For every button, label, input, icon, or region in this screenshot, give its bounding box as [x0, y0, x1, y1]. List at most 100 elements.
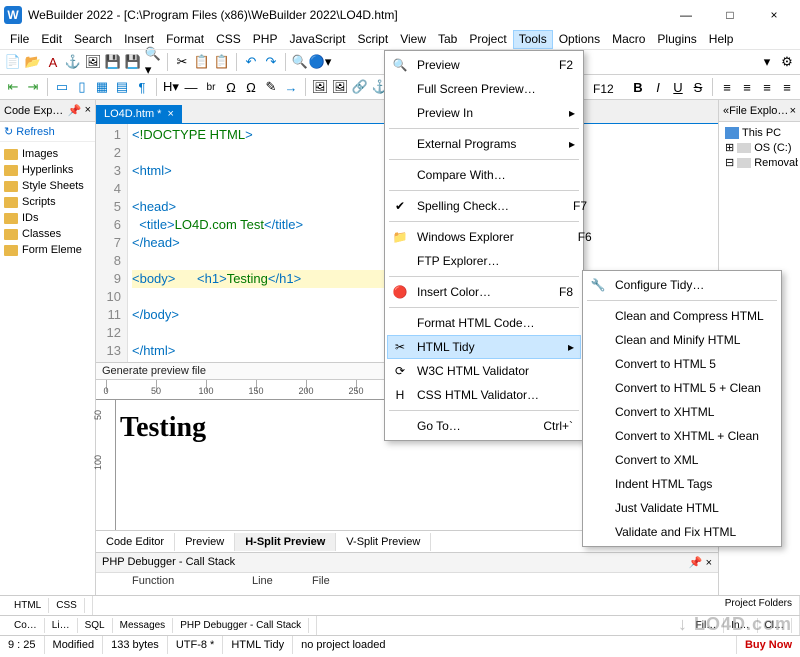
- mini-tab[interactable]: CSS: [49, 598, 85, 613]
- outdent-icon[interactable]: ⇤: [4, 78, 22, 96]
- mini-tab[interactable]: Co…: [7, 618, 45, 633]
- view-tab[interactable]: H-Split Preview: [235, 533, 336, 551]
- preview-icon[interactable]: 🔍: [291, 53, 309, 71]
- new-icon[interactable]: 📄: [4, 53, 22, 71]
- table-icon[interactable]: ▦: [93, 78, 111, 96]
- omega2-icon[interactable]: Ω: [242, 78, 260, 96]
- menu-edit[interactable]: Edit: [35, 30, 68, 49]
- menu-item[interactable]: Go To…Ctrl+`: [387, 414, 581, 438]
- menu-project[interactable]: Project: [463, 30, 512, 49]
- underline-icon[interactable]: U: [669, 78, 687, 96]
- folder-item[interactable]: Images: [2, 146, 93, 162]
- saveall-icon[interactable]: 💾: [124, 53, 142, 71]
- italic-icon[interactable]: I: [649, 78, 667, 96]
- browser-icon[interactable]: 🔵▾: [311, 53, 329, 71]
- mini-tab[interactable]: Li…: [45, 618, 78, 633]
- menu-item[interactable]: Format HTML Code…: [387, 311, 581, 335]
- cut-icon[interactable]: ✂: [173, 53, 191, 71]
- menu-item[interactable]: Just Validate HTML: [585, 496, 779, 520]
- menu-item[interactable]: Convert to HTML 5: [585, 352, 779, 376]
- undo-icon[interactable]: ↶: [242, 53, 260, 71]
- menu-item[interactable]: 📁Windows ExplorerF6: [387, 225, 581, 249]
- link-icon[interactable]: 🔗: [351, 78, 369, 96]
- menu-item[interactable]: ✂HTML Tidy▸: [387, 335, 581, 359]
- folder-item[interactable]: Form Eleme: [2, 242, 93, 258]
- refresh-button[interactable]: ↻ Refresh: [0, 122, 95, 142]
- menu-plugins[interactable]: Plugins: [651, 30, 702, 49]
- menu-search[interactable]: Search: [68, 30, 118, 49]
- search-icon[interactable]: 🔍▾: [144, 53, 162, 71]
- tree-item[interactable]: This PC: [721, 126, 798, 140]
- menu-item[interactable]: Convert to XHTML + Clean: [585, 424, 779, 448]
- menu-item[interactable]: Clean and Compress HTML: [585, 304, 779, 328]
- menu-item[interactable]: 🔍PreviewF2: [387, 53, 581, 77]
- comment-icon[interactable]: ✎: [262, 78, 280, 96]
- menu-item[interactable]: Full Screen Preview…F12: [387, 77, 581, 101]
- mini-tab[interactable]: HTML: [7, 598, 49, 613]
- menu-item[interactable]: External Programs▸: [387, 132, 581, 156]
- menu-macro[interactable]: Macro: [606, 30, 651, 49]
- tree-item[interactable]: ⊟Removable D: [721, 155, 798, 170]
- menu-item[interactable]: 🔴Insert Color…F8: [387, 280, 581, 304]
- folder-item[interactable]: Scripts: [2, 194, 93, 210]
- align-right-icon[interactable]: ≡: [758, 78, 776, 96]
- menu-tools[interactable]: Tools: [513, 30, 553, 49]
- paste-icon[interactable]: 📋: [213, 53, 231, 71]
- menu-javascript[interactable]: JavaScript: [283, 30, 351, 49]
- pin-icon[interactable]: 📌: [68, 104, 82, 117]
- debugger-pin-icon[interactable]: 📌: [689, 557, 703, 569]
- menu-file[interactable]: File: [4, 30, 35, 49]
- debugger-close-icon[interactable]: ×: [706, 557, 712, 569]
- buy-now-button[interactable]: Buy Now: [737, 636, 800, 654]
- menu-format[interactable]: Format: [160, 30, 210, 49]
- menu-item[interactable]: HCSS HTML Validator…: [387, 383, 581, 407]
- maximize-button[interactable]: □: [708, 0, 752, 30]
- folder-item[interactable]: Style Sheets: [2, 178, 93, 194]
- close-button[interactable]: ×: [752, 0, 796, 30]
- panel-close-icon[interactable]: ×: [85, 104, 91, 117]
- layout-icon[interactable]: ▤: [113, 78, 131, 96]
- bold-icon[interactable]: B: [629, 78, 647, 96]
- menu-item[interactable]: FTP Explorer…: [387, 249, 581, 273]
- strike-icon[interactable]: S: [689, 78, 707, 96]
- file-tab[interactable]: LO4D.htm * ×: [96, 105, 182, 123]
- mini-tab[interactable]: SQL: [78, 618, 113, 633]
- menu-item[interactable]: 🔧Configure Tidy…: [585, 273, 779, 297]
- omega-icon[interactable]: Ω: [222, 78, 240, 96]
- font-icon[interactable]: A: [44, 53, 62, 71]
- br-icon[interactable]: br: [202, 78, 220, 96]
- menu-item[interactable]: Convert to XHTML: [585, 400, 779, 424]
- view-tab[interactable]: V-Split Preview: [336, 533, 431, 551]
- rarrow-icon[interactable]: →: [282, 78, 300, 96]
- menu-item[interactable]: ✔Spelling Check…F7: [387, 194, 581, 218]
- indent-icon[interactable]: ⇥: [24, 78, 42, 96]
- tab-close-icon[interactable]: ×: [167, 108, 173, 120]
- hd-icon[interactable]: H▾: [162, 78, 180, 96]
- menu-script[interactable]: Script: [352, 30, 395, 49]
- save-icon[interactable]: 💾: [104, 53, 122, 71]
- view-tab[interactable]: Preview: [175, 533, 235, 551]
- align-center-icon[interactable]: ≡: [738, 78, 756, 96]
- folder-item[interactable]: Hyperlinks: [2, 162, 93, 178]
- menu-css[interactable]: CSS: [210, 30, 247, 49]
- span-icon[interactable]: ▯: [73, 78, 91, 96]
- hr-icon[interactable]: —: [182, 78, 200, 96]
- div-icon[interactable]: ▭: [53, 78, 71, 96]
- image-icon[interactable]: 🖼: [84, 53, 102, 71]
- menu-options[interactable]: Options: [553, 30, 606, 49]
- menu-item[interactable]: Convert to XML: [585, 448, 779, 472]
- mini-tab[interactable]: PHP Debugger - Call Stack: [173, 618, 309, 633]
- anchor-icon[interactable]: ⚓: [64, 53, 82, 71]
- minimize-button[interactable]: —: [664, 0, 708, 30]
- menu-item[interactable]: Indent HTML Tags: [585, 472, 779, 496]
- menu-tab[interactable]: Tab: [432, 30, 463, 49]
- panel-close-icon[interactable]: ×: [790, 105, 796, 117]
- copy-icon[interactable]: 📋: [193, 53, 211, 71]
- p-icon[interactable]: ¶: [133, 78, 151, 96]
- align-justify-icon[interactable]: ≡: [778, 78, 796, 96]
- menu-item[interactable]: Convert to HTML 5 + Clean: [585, 376, 779, 400]
- menu-help[interactable]: Help: [703, 30, 740, 49]
- settings-icon[interactable]: ⚙: [778, 53, 796, 71]
- menu-php[interactable]: PHP: [247, 30, 284, 49]
- redo-icon[interactable]: ↷: [262, 53, 280, 71]
